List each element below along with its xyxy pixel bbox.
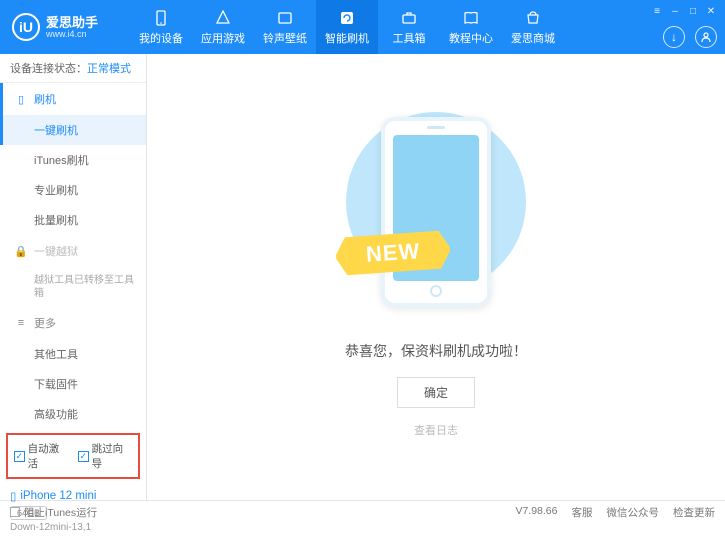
check-update-link[interactable]: 检查更新 bbox=[673, 505, 715, 520]
view-log-link[interactable]: 查看日志 bbox=[414, 422, 458, 438]
window-controls: ≡ – □ ✕ bbox=[643, 0, 725, 22]
nav-tabs: 我的设备 应用游戏 铃声壁纸 智能刷机 工具箱 教程中心 爱思商城 bbox=[130, 0, 564, 54]
phone-icon: ▯ bbox=[14, 93, 28, 106]
sidebar-item-oneclick-flash[interactable]: 一键刷机 bbox=[0, 115, 146, 145]
lock-icon: 🔒 bbox=[14, 245, 28, 258]
tab-ringtones[interactable]: 铃声壁纸 bbox=[254, 0, 316, 54]
user-icon[interactable] bbox=[695, 26, 717, 48]
app-header: iU 爱思助手 www.i4.cn 我的设备 应用游戏 铃声壁纸 智能刷机 工具… bbox=[0, 0, 725, 54]
sidebar: 设备连接状态：正常模式 ▯ 刷机 一键刷机 iTunes刷机 专业刷机 批量刷机… bbox=[0, 54, 147, 500]
toolbox-icon bbox=[400, 9, 418, 27]
logo-icon: iU bbox=[12, 13, 40, 41]
minimize-icon[interactable]: – bbox=[667, 4, 683, 18]
device-phone-icon: ▯ bbox=[10, 489, 16, 503]
book-icon bbox=[462, 9, 480, 27]
checkbox-skip-guide[interactable]: ✓ 跳过向导 bbox=[78, 441, 132, 471]
checkbox-block-itunes[interactable]: 阻止iTunes运行 bbox=[10, 505, 97, 520]
check-icon: ✓ bbox=[78, 451, 89, 462]
sidebar-section-jailbreak[interactable]: 🔒 一键越狱 bbox=[0, 235, 146, 267]
tab-tutorials[interactable]: 教程中心 bbox=[440, 0, 502, 54]
maximize-icon[interactable]: □ bbox=[685, 4, 701, 18]
tab-apps[interactable]: 应用游戏 bbox=[192, 0, 254, 54]
tab-toolbox[interactable]: 工具箱 bbox=[378, 0, 440, 54]
sidebar-section-flash[interactable]: ▯ 刷机 bbox=[0, 83, 146, 115]
support-link[interactable]: 客服 bbox=[572, 505, 593, 520]
sidebar-item-batch-flash[interactable]: 批量刷机 bbox=[0, 205, 146, 235]
success-message: 恭喜您，保资料刷机成功啦！ bbox=[345, 341, 527, 361]
apps-icon bbox=[214, 9, 232, 27]
menu-icon[interactable]: ≡ bbox=[649, 4, 665, 18]
new-ribbon: NEW bbox=[345, 230, 442, 274]
app-name: 爱思助手 bbox=[46, 16, 98, 29]
logo-area: iU 爱思助手 www.i4.cn bbox=[0, 13, 130, 41]
more-icon: ≡ bbox=[14, 317, 28, 329]
app-url: www.i4.cn bbox=[46, 29, 98, 39]
checkbox-icon bbox=[10, 507, 20, 517]
ok-button[interactable]: 确定 bbox=[397, 377, 475, 408]
check-icon: ✓ bbox=[14, 451, 25, 462]
flash-icon bbox=[338, 9, 356, 27]
wallpaper-icon bbox=[276, 9, 294, 27]
wechat-link[interactable]: 微信公众号 bbox=[607, 505, 660, 520]
device-icon bbox=[152, 9, 170, 27]
checkbox-highlight-box: ✓ 自动激活 ✓ 跳过向导 bbox=[6, 433, 140, 479]
connection-status: 设备连接状态：正常模式 bbox=[0, 54, 146, 83]
sidebar-item-advanced[interactable]: 高级功能 bbox=[0, 399, 146, 429]
sidebar-section-more[interactable]: ≡ 更多 bbox=[0, 307, 146, 339]
tab-store[interactable]: 爱思商城 bbox=[502, 0, 564, 54]
sidebar-item-download-firmware[interactable]: 下载固件 bbox=[0, 369, 146, 399]
close-icon[interactable]: ✕ bbox=[703, 4, 719, 18]
device-model: Down-12mini-13,1 bbox=[10, 522, 136, 533]
main-content: NEW 恭喜您，保资料刷机成功啦！ 确定 查看日志 bbox=[147, 54, 725, 500]
sidebar-item-other-tools[interactable]: 其他工具 bbox=[0, 339, 146, 369]
download-icon[interactable]: ↓ bbox=[663, 26, 685, 48]
checkbox-auto-activate[interactable]: ✓ 自动激活 bbox=[14, 441, 68, 471]
tab-flash[interactable]: 智能刷机 bbox=[316, 0, 378, 54]
sidebar-jailbreak-note: 越狱工具已转移至工具箱 bbox=[0, 267, 146, 307]
sidebar-item-pro-flash[interactable]: 专业刷机 bbox=[0, 175, 146, 205]
tab-my-device[interactable]: 我的设备 bbox=[130, 0, 192, 54]
success-illustration: NEW bbox=[356, 117, 516, 317]
version-label: V7.98.66 bbox=[515, 505, 557, 520]
store-icon bbox=[524, 9, 542, 27]
sidebar-item-itunes-flash[interactable]: iTunes刷机 bbox=[0, 145, 146, 175]
